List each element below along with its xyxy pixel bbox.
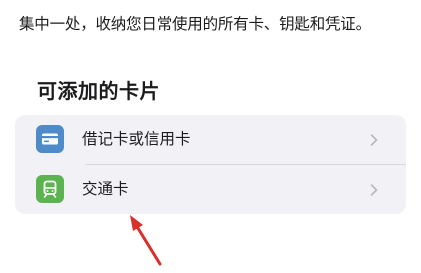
card-row-label: 借记卡或信用卡	[82, 130, 191, 148]
credit-card-icon	[36, 125, 64, 153]
section-title: 可添加的卡片	[37, 79, 160, 103]
chevron-right-icon	[369, 182, 379, 196]
card-row-debit-credit[interactable]: 借记卡或信用卡	[15, 115, 406, 165]
card-row-transit[interactable]: 交通卡	[15, 165, 406, 214]
card-row-label: 交通卡	[82, 180, 129, 198]
chevron-right-icon	[369, 132, 379, 146]
addable-cards-list: 借记卡或信用卡 交通卡	[15, 115, 406, 214]
train-icon	[36, 175, 64, 203]
intro-text: 集中一处，收纳您日常使用的所有卡、钥匙和凭证。	[19, 15, 371, 33]
